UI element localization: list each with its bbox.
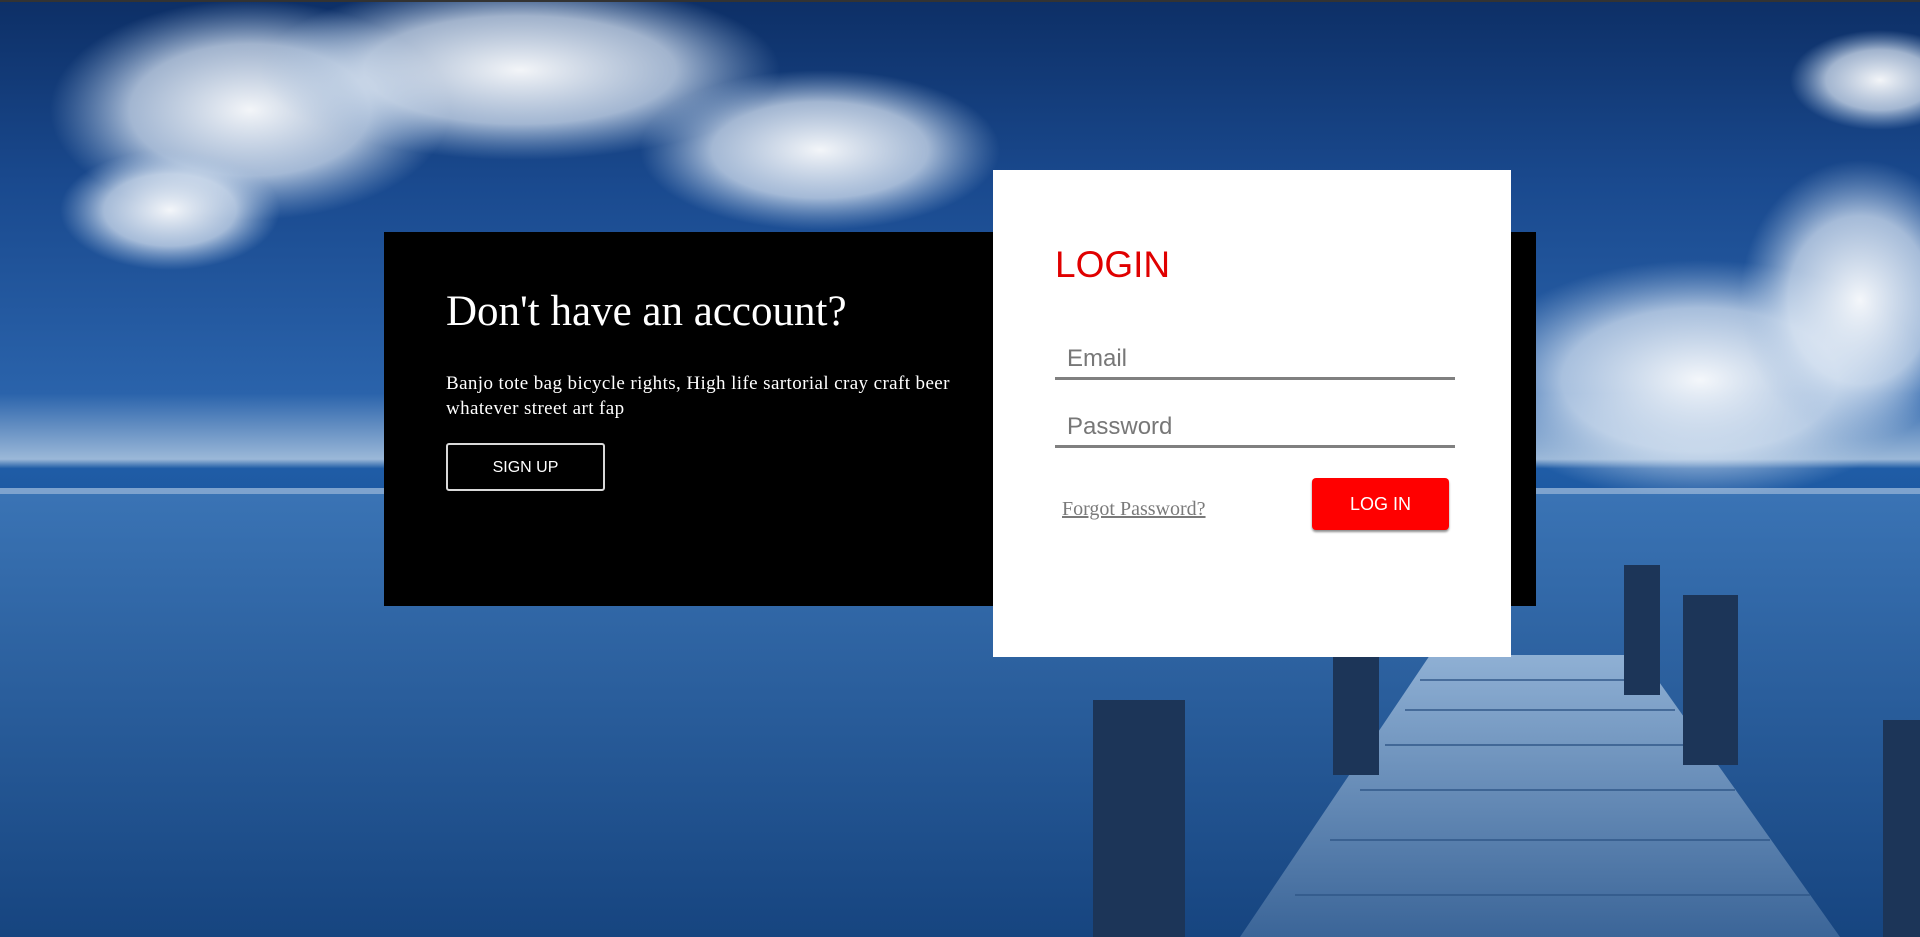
log-in-button[interactable]: LOG IN — [1312, 478, 1449, 530]
signup-description: Banjo tote bag bicycle rights, High life… — [446, 373, 950, 419]
password-input[interactable] — [1055, 408, 1455, 448]
top-border — [0, 0, 1920, 2]
forgot-password-link[interactable]: Forgot Password? — [1062, 498, 1206, 521]
signup-content: Don't have an account? Banjo tote bag bi… — [446, 290, 966, 491]
login-title: LOGIN — [1055, 244, 1171, 285]
signup-title: Don't have an account? — [446, 288, 847, 335]
email-input[interactable] — [1055, 340, 1455, 380]
sign-up-button[interactable]: SIGN UP — [446, 443, 605, 491]
login-card: LOGIN Forgot Password? LOG IN — [993, 170, 1511, 657]
